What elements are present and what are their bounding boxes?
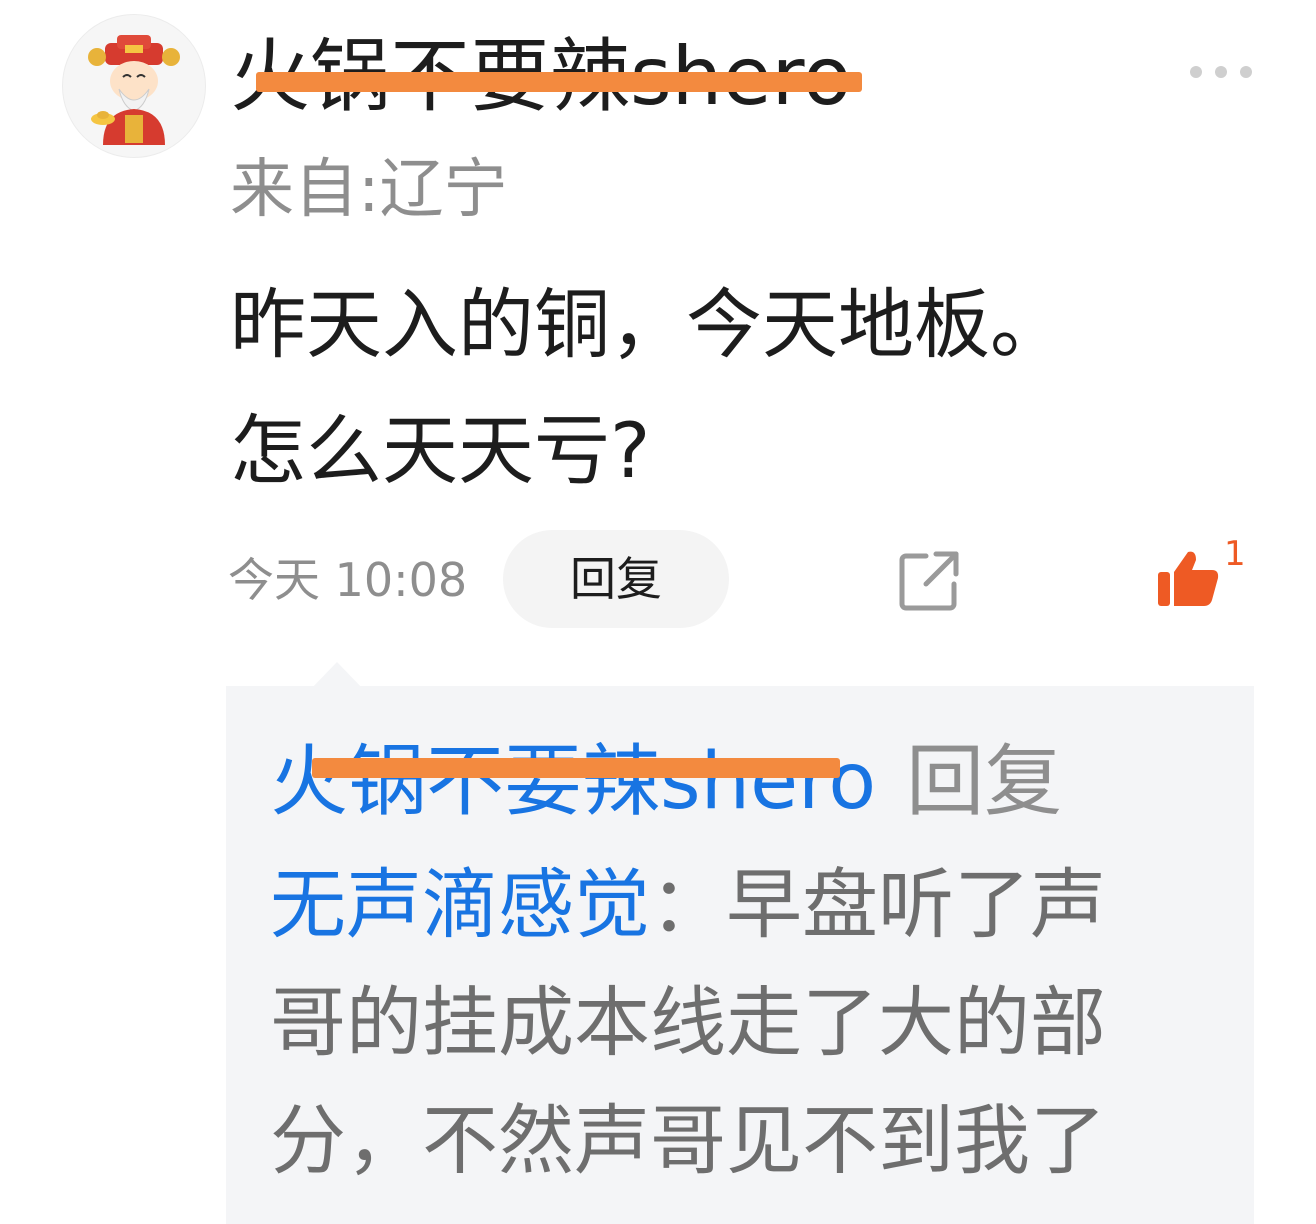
sub-reply-line: 分，不然声哥见不到我了 [270,1096,1106,1185]
more-dots-icon[interactable] [1186,62,1256,82]
avatar[interactable] [62,14,206,158]
sub-reply-colon: ： [650,860,726,949]
share-icon[interactable] [898,548,962,612]
sub-reply-mention[interactable]: 无声滴感觉 [270,860,650,949]
sub-reply-line: 哥的挂成本线走了大的部 [270,978,1106,1067]
comment-text-line: 昨天入的铜，今天地板。 [230,280,1066,369]
comment-text: 昨天入的铜，今天地板。 怎么天天亏? [230,262,1240,514]
sub-username-redaction-strike [312,758,840,778]
sub-reply-author[interactable]: 火锅不要辣shero [270,737,876,827]
comment-location: 来自:辽宁 [230,153,508,227]
like-count: 1 [1224,534,1246,574]
sub-reply-header: 火锅不要辣shero 回复 [270,726,1062,838]
caishen-avatar-icon [88,35,180,145]
comment-text-line: 怎么天天亏? [230,406,651,495]
reply-button[interactable]: 回复 [503,530,729,628]
thumbs-up-icon[interactable] [1156,548,1220,608]
sub-reply-text-part: 早盘听了声 [726,860,1106,949]
sub-reply-text: 无声滴感觉：早盘听了声 哥的挂成本线走了大的部 分，不然声哥见不到我了 [270,846,1230,1200]
comment-timestamp: 今天 10:08 [228,553,468,607]
sub-reply-label: 回复 [906,737,1063,827]
sub-reply-line: 无声滴感觉：早盘听了声 [270,846,1230,964]
username-redaction-strike [256,72,862,92]
